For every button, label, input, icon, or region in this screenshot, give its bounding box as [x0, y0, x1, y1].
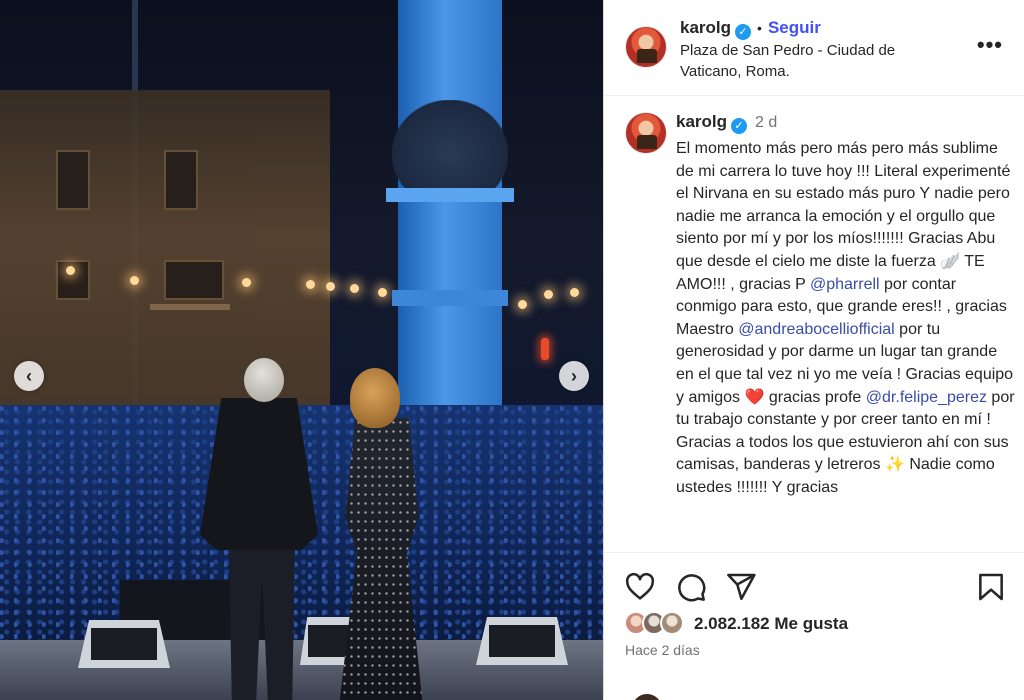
obelisk-ledge	[392, 290, 508, 306]
balcony	[150, 304, 230, 310]
window	[164, 260, 224, 300]
window	[56, 150, 90, 210]
caption-time[interactable]: 2 d	[755, 114, 777, 131]
street-lamp	[570, 288, 579, 297]
obelisk	[398, 0, 502, 470]
heart-icon[interactable]	[624, 571, 656, 603]
performer-woman-hair	[350, 368, 400, 428]
street-lamp	[66, 266, 75, 275]
header-user-row: karolg ✓ • Seguir	[680, 18, 821, 40]
window	[164, 150, 198, 210]
avatar[interactable]	[625, 112, 667, 154]
bookmark-icon[interactable]	[975, 571, 1007, 603]
chevron-right-icon: ›	[571, 365, 577, 386]
liker-avatars[interactable]	[624, 611, 694, 637]
mention-link[interactable]: @andreabocelliofficial	[738, 321, 894, 338]
avatar	[632, 694, 662, 700]
next-photo-button[interactable]: ›	[559, 361, 589, 391]
more-options-icon[interactable]: •••	[977, 32, 1003, 58]
avatar	[660, 611, 684, 635]
caption-header: karolg ✓ 2 d	[676, 112, 1016, 134]
verified-badge-icon: ✓	[735, 24, 752, 40]
post-photo[interactable]: ‹ ›	[0, 0, 603, 700]
paper-plane-icon[interactable]	[725, 571, 757, 603]
caption-text: El momento más pero más pero más sublime…	[676, 138, 1018, 500]
comment-bubble-icon[interactable]	[675, 571, 707, 603]
performer-man-head	[244, 358, 284, 402]
caption-username-link[interactable]: karolg	[676, 112, 727, 131]
mention-link[interactable]: @pharrell	[810, 276, 880, 293]
post-time-ago: Hace 2 días	[625, 642, 700, 658]
previous-photo-button[interactable]: ‹	[14, 361, 44, 391]
street-lamp	[544, 290, 553, 299]
post-details-panel: karolg ✓ • Seguir Plaza de San Pedro - Ciud…	[603, 0, 1024, 700]
chevron-left-icon: ‹	[26, 365, 32, 386]
street-lamp	[350, 284, 359, 293]
street-lamp	[378, 288, 387, 297]
mention-link[interactable]: @dr.felipe_perez	[866, 389, 987, 406]
street-lamp	[306, 280, 315, 289]
location-link[interactable]: Plaza de San Pedro - Ciudad de Vaticano,…	[680, 40, 950, 82]
follow-button[interactable]: Seguir	[768, 18, 821, 37]
likes-count[interactable]: 2.082.182 Me gusta	[694, 614, 848, 634]
street-lamp	[242, 278, 251, 287]
verified-badge-icon: ✓	[731, 118, 748, 134]
red-light	[541, 338, 549, 360]
stage-speaker	[78, 620, 170, 668]
action-bar: 2.082.182 Me gusta Hace 2 días	[604, 552, 1024, 700]
street-lamp	[130, 276, 139, 285]
obelisk-ledge	[386, 188, 514, 202]
street-lamp	[326, 282, 335, 291]
stage-speaker	[476, 617, 568, 665]
username-link[interactable]: karolg	[680, 18, 731, 37]
street-lamp	[518, 300, 527, 309]
separator-dot: •	[757, 20, 762, 36]
avatar[interactable]	[625, 26, 667, 68]
caption-comment: karolg ✓ 2 d El momento más pero más pero …	[604, 96, 1024, 552]
caption-text-part: El momento más pero más pero más sublime…	[676, 140, 1011, 293]
obelisk-statue	[392, 100, 508, 190]
post-header: karolg ✓ • Seguir Plaza de San Pedro - Ciud…	[604, 0, 1024, 96]
